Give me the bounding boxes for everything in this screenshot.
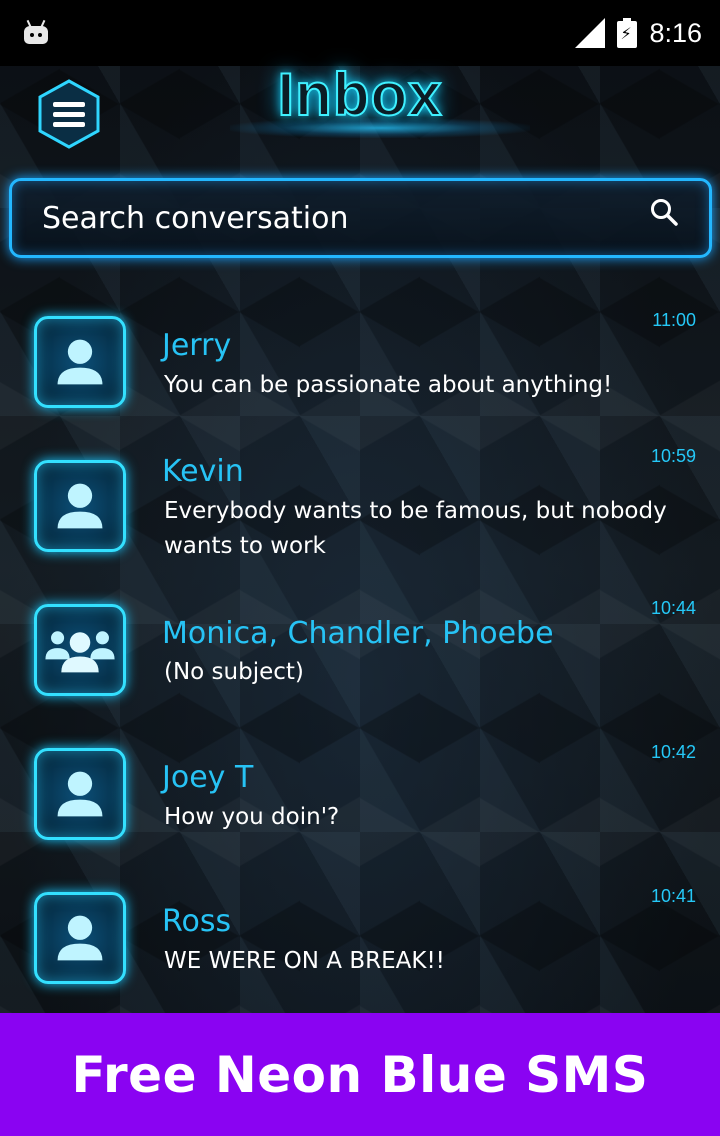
message-preview: You can be passionate about anything! — [164, 372, 613, 398]
conversation-item[interactable]: Jerry You can be passionate about anythi… — [0, 290, 720, 430]
contact-name: Jerry — [162, 328, 232, 363]
promo-banner[interactable]: Free Neon Blue SMS — [0, 1013, 720, 1136]
message-preview: WE WERE ON A BREAK!! — [164, 948, 445, 974]
android-icon — [22, 19, 50, 46]
message-preview: Everybody wants to be famous, but nobody… — [164, 498, 667, 559]
single-contact-icon — [34, 460, 126, 552]
promo-banner-text: Free Neon Blue SMS — [71, 1045, 649, 1104]
search-icon[interactable] — [649, 197, 679, 227]
conversation-item[interactable]: Joey T How you doin'? 10:42 — [0, 724, 720, 864]
page-title: Inbox — [277, 60, 443, 129]
message-time: 10:42 — [650, 742, 696, 762]
search-box[interactable] — [9, 178, 712, 258]
battery-charging-icon: ⚡ — [617, 18, 638, 48]
message-time: 10:41 — [650, 886, 696, 906]
single-contact-icon — [34, 316, 126, 408]
single-contact-icon — [34, 748, 126, 840]
message-time: 10:44 — [650, 598, 696, 618]
message-time: 11:00 — [652, 310, 696, 330]
group-contact-icon — [34, 604, 126, 696]
conversation-item[interactable]: Ross WE WERE ON A BREAK!! 10:41 — [0, 868, 720, 1008]
status-bar: ⚡ 8:16 — [0, 0, 720, 66]
conversation-item[interactable]: Kevin Everybody wants to be famous, but … — [0, 434, 720, 574]
status-time: 8:16 — [649, 17, 702, 48]
contact-name: Kevin — [162, 454, 244, 489]
message-preview: How you doin'? — [164, 804, 340, 830]
message-time: 10:59 — [650, 446, 696, 466]
contact-name: Joey T — [162, 760, 254, 795]
contact-name: Monica, Chandler, Phoebe — [162, 616, 554, 651]
signal-icon — [575, 18, 606, 48]
contact-name: Ross — [162, 904, 232, 939]
message-preview: (No subject) — [164, 659, 304, 685]
status-icons: ⚡ 8:16 — [575, 18, 702, 49]
conversation-item[interactable]: Monica, Chandler, Phoebe (No subject) 10… — [0, 580, 720, 720]
inbox-screen: ⚡ 8:16 Inbox Jerry You can be passiona — [0, 0, 720, 1136]
single-contact-icon — [34, 892, 126, 984]
search-input[interactable] — [42, 200, 639, 236]
